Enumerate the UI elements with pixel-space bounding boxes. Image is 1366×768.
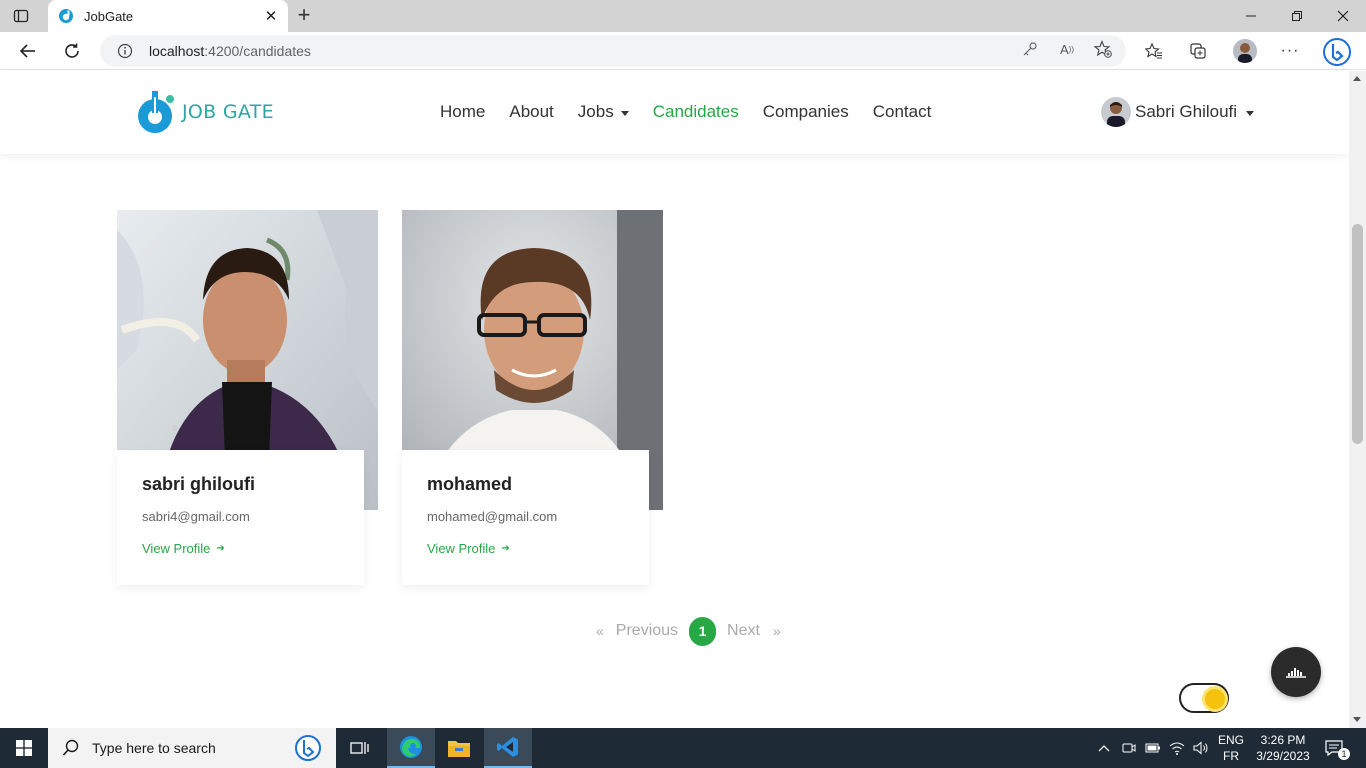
logo-icon: [138, 91, 174, 133]
clock-time: 3:26 PM: [1260, 733, 1306, 747]
refresh-icon[interactable]: [59, 38, 85, 64]
address-bar: localhost:4200/candidates A)) ···: [0, 32, 1366, 70]
nav-companies[interactable]: Companies: [763, 102, 849, 122]
page-1-button[interactable]: 1: [689, 616, 717, 646]
info-icon[interactable]: [117, 43, 133, 59]
candidate-name[interactable]: sabri ghiloufi: [142, 474, 364, 495]
browser-tab-bar: JobGate ✕ +: [0, 0, 1366, 32]
first-page-button[interactable]: «: [596, 623, 604, 639]
more-icon[interactable]: ···: [1280, 41, 1300, 61]
user-avatar: [1101, 97, 1131, 127]
task-view-icon[interactable]: [336, 728, 384, 768]
scroll-up-icon[interactable]: [1353, 76, 1361, 81]
back-icon[interactable]: [15, 38, 41, 64]
bing-icon[interactable]: [1322, 37, 1352, 67]
nav-home[interactable]: Home: [440, 102, 485, 122]
clock-date: 3/29/2023: [1256, 749, 1310, 763]
search-placeholder: Type here to search: [92, 740, 216, 756]
language-indicator[interactable]: ENG FR: [1214, 732, 1248, 764]
restore-icon[interactable]: [1274, 0, 1320, 32]
candidate-card: mohamed mohamed@gmail.com View Profile ➔: [402, 210, 664, 585]
nav-contact[interactable]: Contact: [873, 102, 932, 122]
browser-tab[interactable]: JobGate ✕: [48, 0, 288, 32]
file-explorer-icon[interactable]: [435, 728, 483, 768]
read-aloud-icon[interactable]: A)): [1058, 40, 1076, 58]
wifi-icon[interactable]: [1165, 728, 1189, 768]
candidate-email: mohamed@gmail.com: [427, 509, 558, 524]
language-code: ENG: [1217, 733, 1244, 747]
windows-taskbar: Type here to search ENG FR 3:26 PM 3/29/…: [0, 728, 1366, 768]
theme-toggle[interactable]: [1179, 683, 1229, 713]
url-bar[interactable]: localhost:4200/candidates: [100, 35, 1126, 67]
windows-icon[interactable]: [0, 728, 48, 768]
minimize-icon[interactable]: [1228, 0, 1274, 32]
last-page-button[interactable]: »: [773, 623, 781, 639]
notification-icon[interactable]: 1: [1320, 728, 1350, 768]
edge-icon[interactable]: [387, 728, 435, 768]
bing-icon[interactable]: [294, 734, 322, 762]
scroll-down-icon[interactable]: [1353, 717, 1361, 722]
candidate-card: sabri ghiloufi sabri4@gmail.com View Pro…: [117, 210, 379, 585]
notification-badge: 1: [1338, 748, 1350, 760]
arrow-right-icon: ➔: [216, 543, 225, 554]
site-header: JOB GATE Home About Jobs Candidates Comp…: [0, 71, 1349, 154]
profile-avatar[interactable]: [1233, 39, 1257, 63]
nav-jobs[interactable]: Jobs: [578, 102, 629, 122]
vscode-icon[interactable]: [484, 728, 532, 768]
next-page-button[interactable]: Next: [727, 622, 760, 640]
view-profile-link[interactable]: View Profile ➔: [142, 541, 364, 556]
main-nav: Home About Jobs Candidates Companies Con…: [440, 102, 931, 122]
candidate-name[interactable]: mohamed: [427, 474, 649, 495]
nav-candidates[interactable]: Candidates: [653, 102, 739, 122]
tab-actions-icon[interactable]: [12, 7, 30, 25]
user-menu[interactable]: Sabri Ghiloufi: [1101, 97, 1255, 127]
candidate-info: sabri ghiloufi sabri4@gmail.com View Pro…: [117, 450, 364, 585]
candidate-email: sabri4@gmail.com: [142, 509, 250, 524]
arrow-right-icon: ➔: [501, 543, 510, 554]
chat-button[interactable]: [1271, 647, 1321, 697]
site-logo[interactable]: JOB GATE: [134, 87, 274, 137]
candidate-info: mohamed mohamed@gmail.com View Profile ➔: [402, 450, 649, 585]
user-name: Sabri Ghiloufi: [1135, 102, 1238, 121]
favorites-icon[interactable]: [1144, 41, 1164, 61]
plus-icon[interactable]: +: [293, 4, 315, 27]
battery-icon[interactable]: [1141, 728, 1165, 768]
previous-page-button[interactable]: Previous: [616, 622, 678, 640]
scrollbar-thumb[interactable]: [1352, 224, 1363, 444]
logo-text: JOB GATE: [182, 101, 274, 123]
view-profile-link[interactable]: View Profile ➔: [427, 541, 649, 556]
add-favorite-icon[interactable]: [1094, 40, 1112, 58]
url-text: localhost:4200/candidates: [149, 43, 311, 59]
caret-down-icon: [620, 110, 629, 116]
chat-icon: [1286, 668, 1306, 678]
sun-icon: [1205, 689, 1225, 709]
key-icon[interactable]: [1021, 40, 1039, 58]
keyboard-layout: FR: [1223, 749, 1239, 763]
caret-down-icon: [1246, 110, 1255, 116]
edge-favicon-icon: [59, 9, 73, 23]
tab-title: JobGate: [84, 8, 134, 24]
page-scrollbar[interactable]: [1349, 71, 1366, 728]
chevron-up-icon[interactable]: [1092, 728, 1116, 768]
close-window-icon[interactable]: [1320, 0, 1366, 32]
pagination: « Previous 1 Next »: [596, 616, 781, 646]
search-icon: [62, 739, 79, 756]
collections-icon[interactable]: [1188, 41, 1208, 61]
close-icon[interactable]: ✕: [262, 7, 280, 25]
nav-about[interactable]: About: [509, 102, 553, 122]
taskbar-clock[interactable]: 3:26 PM 3/29/2023: [1252, 732, 1314, 764]
volume-icon[interactable]: [1189, 728, 1213, 768]
taskbar-search[interactable]: Type here to search: [48, 728, 336, 768]
meet-icon[interactable]: [1117, 728, 1141, 768]
